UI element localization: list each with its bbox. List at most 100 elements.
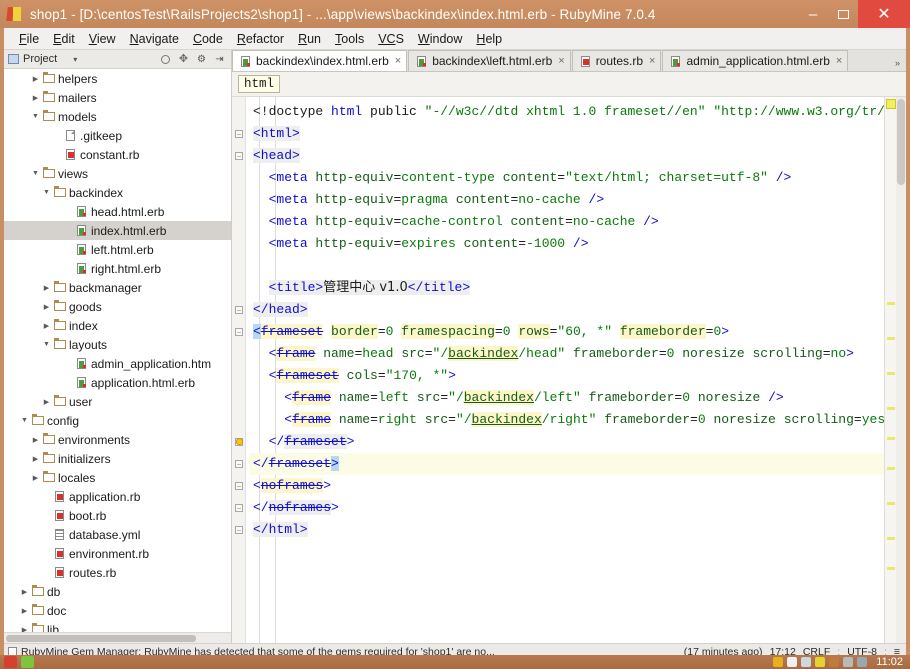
chevron-down-icon[interactable]: ▼ [30, 113, 41, 120]
tree-item-mailers[interactable]: ▶ mailers [4, 88, 231, 107]
tree-item-backindex[interactable]: ▼ backindex [4, 183, 231, 202]
hide-panel-icon[interactable]: ⇥ [212, 52, 227, 66]
tree-item-doc[interactable]: ▶ doc [4, 601, 231, 620]
menu-item-window[interactable]: Window [411, 30, 469, 48]
editor-gutter[interactable]: −−−−−−−−− [232, 97, 246, 643]
tree-item-left-html-erb[interactable]: left.html.erb [4, 240, 231, 259]
fold-toggle[interactable]: − [235, 482, 243, 491]
chevron-right-icon[interactable]: ▶ [30, 474, 41, 482]
taskbar-icon-1[interactable] [4, 656, 17, 668]
tree-item-locales[interactable]: ▶ locales [4, 468, 231, 487]
tree-item-config[interactable]: ▼ config [4, 411, 231, 430]
tree-item-boot-rb[interactable]: boot.rb [4, 506, 231, 525]
taskbar-icon-2[interactable] [21, 656, 34, 668]
chevron-right-icon[interactable]: ▶ [41, 303, 52, 311]
minimize-button[interactable]: – [798, 0, 828, 28]
chevron-right-icon[interactable]: ▶ [30, 94, 41, 102]
code-line-5[interactable]: <meta http-equiv=pragma content=no-cache… [249, 189, 884, 211]
code-line-11[interactable]: <frameset border=0 framespacing=0 rows="… [249, 321, 884, 343]
code-line-16[interactable]: </frameset> [249, 431, 884, 453]
tab-overflow-icon[interactable]: » [895, 58, 906, 71]
tree-item-environments[interactable]: ▶ environments [4, 430, 231, 449]
editor-vscrollbar[interactable] [896, 97, 906, 643]
tree-item-db[interactable]: ▶ db [4, 582, 231, 601]
close-tab-icon[interactable]: × [649, 55, 655, 67]
code-line-6[interactable]: <meta http-equiv=cache-control content=n… [249, 211, 884, 233]
inspection-marker-2[interactable] [887, 337, 895, 340]
fold-toggle[interactable]: − [235, 152, 243, 161]
fold-toggle[interactable]: − [235, 526, 243, 535]
scrollbar-thumb[interactable] [897, 99, 905, 185]
menu-item-view[interactable]: View [82, 30, 123, 48]
tree-item-backmanager[interactable]: ▶ backmanager [4, 278, 231, 297]
editor-tab-routes-rb[interactable]: routes.rb × [571, 50, 662, 71]
tree-item-user[interactable]: ▶ user [4, 392, 231, 411]
chevron-right-icon[interactable]: ▶ [30, 455, 41, 463]
project-tree[interactable]: ▶ helpers ▶ mailers ▼ models .gitkeep constant.… [4, 69, 231, 632]
chevron-right-icon[interactable]: ▶ [41, 398, 52, 406]
tree-item-head-html-erb[interactable]: head.html.erb [4, 202, 231, 221]
chevron-down-icon[interactable]: ▼ [30, 170, 41, 177]
code-editor[interactable]: −−−−−−−−− <!doctype html public "-//w3c/… [232, 97, 906, 643]
tray-icon-5[interactable] [829, 657, 840, 667]
inspection-status-icon[interactable] [886, 99, 896, 109]
tree-item-helpers[interactable]: ▶ helpers [4, 69, 231, 88]
tree-item-layouts[interactable]: ▼ layouts [4, 335, 231, 354]
menu-item-refactor[interactable]: Refactor [230, 30, 291, 48]
code-line-18[interactable]: <noframes> [249, 475, 884, 497]
code-text[interactable]: <!doctype html public "-//w3c//dtd xhtml… [249, 97, 884, 643]
project-tree-hscrollbar[interactable] [4, 632, 231, 643]
expand-icon[interactable]: ✥ [176, 52, 191, 66]
menu-item-navigate[interactable]: Navigate [123, 30, 186, 48]
inspection-marker-8[interactable] [887, 537, 895, 540]
close-tab-icon[interactable]: × [558, 55, 564, 67]
code-line-2[interactable]: <html> [249, 123, 884, 145]
tree-item-index-html-erb[interactable]: index.html.erb [4, 221, 231, 240]
tree-item-admin_application-htm[interactable]: admin_application.htm [4, 354, 231, 373]
close-button[interactable]: ✕ [858, 0, 910, 28]
tree-item-models[interactable]: ▼ models [4, 107, 231, 126]
tray-icon-4[interactable] [815, 657, 826, 667]
fold-toggle[interactable]: − [235, 306, 243, 315]
editor-tab-backindex-index-html-erb[interactable]: backindex\index.html.erb × [232, 50, 408, 71]
tree-item-lib[interactable]: ▶ lib [4, 620, 231, 632]
menu-item-run[interactable]: Run [291, 30, 328, 48]
tree-item-database-yml[interactable]: database.yml [4, 525, 231, 544]
menu-item-code[interactable]: Code [186, 30, 230, 48]
intention-bulb-icon[interactable] [234, 437, 244, 447]
chevron-down-icon[interactable]: ▾ [73, 55, 77, 64]
tray-icon-3[interactable] [801, 657, 812, 667]
tray-icon-7[interactable] [857, 657, 868, 667]
chevron-right-icon[interactable]: ▶ [19, 607, 30, 615]
inspection-marker-5[interactable] [887, 437, 895, 440]
editor-tab-backindex-left-html-erb[interactable]: backindex\left.html.erb × [408, 50, 571, 71]
tree-item-routes-rb[interactable]: routes.rb [4, 563, 231, 582]
inspection-marker-7[interactable] [887, 502, 895, 505]
maximize-button[interactable] [828, 0, 858, 28]
editor-tab-admin_application-html-erb[interactable]: admin_application.html.erb × [662, 50, 849, 71]
tree-item-initializers[interactable]: ▶ initializers [4, 449, 231, 468]
fold-toggle[interactable]: − [235, 460, 243, 469]
tree-item-constant-rb[interactable]: constant.rb [4, 145, 231, 164]
scrollbar-thumb[interactable] [6, 635, 196, 642]
code-line-14[interactable]: <frame name=left src="/backindex/left" f… [249, 387, 884, 409]
fold-toggle[interactable]: − [235, 504, 243, 513]
tree-item-environment-rb[interactable]: environment.rb [4, 544, 231, 563]
inspection-marker-bar[interactable] [884, 97, 896, 643]
tree-item-views[interactable]: ▼ views [4, 164, 231, 183]
menu-item-edit[interactable]: Edit [46, 30, 82, 48]
close-tab-icon[interactable]: × [836, 55, 842, 67]
tree-item-index[interactable]: ▶ index [4, 316, 231, 335]
code-line-17[interactable]: </frameset> [249, 453, 884, 475]
menu-item-help[interactable]: Help [469, 30, 509, 48]
inspection-marker-4[interactable] [887, 407, 895, 410]
tray-icon-2[interactable] [787, 657, 798, 667]
code-line-19[interactable]: </noframes> [249, 497, 884, 519]
tree-item-application-html-erb[interactable]: application.html.erb [4, 373, 231, 392]
code-line-12[interactable]: <frame name=head src="/backindex/head" f… [249, 343, 884, 365]
chevron-right-icon[interactable]: ▶ [30, 436, 41, 444]
inspection-marker-3[interactable] [887, 372, 895, 375]
tray-icon-6[interactable] [843, 657, 854, 667]
code-line-1[interactable]: <!doctype html public "-//w3c//dtd xhtml… [249, 101, 884, 123]
menu-item-vcs[interactable]: VCS [371, 30, 411, 48]
